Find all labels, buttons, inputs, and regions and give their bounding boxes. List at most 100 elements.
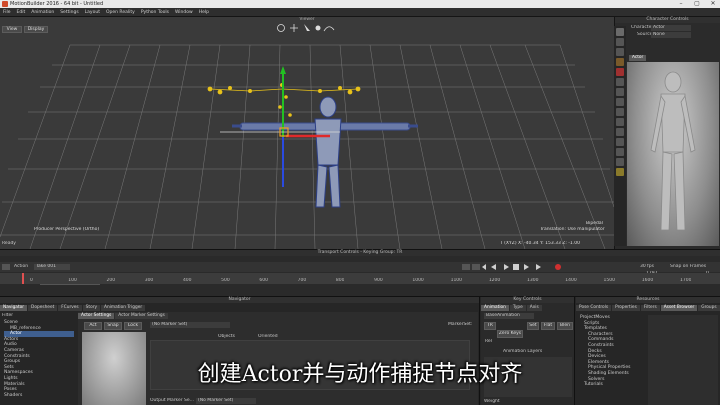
ruler-tick: 200 <box>106 278 116 283</box>
tab-navigator[interactable]: Navigator <box>0 305 28 311</box>
snap-button[interactable]: Snap <box>104 322 122 330</box>
maximize-button[interactable]: ▢ <box>690 0 704 8</box>
menu-settings[interactable]: Settings <box>57 8 81 17</box>
ruler-tick: 100 <box>68 278 77 283</box>
manipulator-label: Translation: Use manipulator <box>540 227 605 232</box>
rotation-icon[interactable] <box>616 148 624 156</box>
filter-label: Filter <box>2 313 14 318</box>
ruler-tick: 800 <box>335 278 345 283</box>
tab-groups[interactable]: Groups <box>698 305 720 311</box>
tab-asset-browser[interactable]: Asset Browser <box>660 305 698 311</box>
viewer[interactable]: Viewer View Display Producer Perspective… <box>0 17 614 249</box>
marker-set-dropdown[interactable]: (No Marker Set) <box>150 322 230 328</box>
menu-animation[interactable]: Animation <box>28 8 57 17</box>
close-button[interactable]: ✕ <box>706 0 720 8</box>
app-icon <box>2 1 8 7</box>
ruler-tick: 1700 <box>680 278 692 283</box>
pin-icon[interactable] <box>616 58 624 66</box>
playback-controls[interactable] <box>460 263 570 271</box>
key-controls-tabs: Animation Type Axis <box>481 304 574 311</box>
menu-help[interactable]: Help <box>196 8 212 17</box>
light-icon[interactable] <box>616 168 624 176</box>
filter-tr-button[interactable]: TR <box>484 322 496 330</box>
tab-axis[interactable]: Axis <box>526 305 542 311</box>
output-marker-dropdown[interactable]: (No Marker Set) <box>196 398 256 404</box>
tree-item-shaders[interactable]: Shaders <box>4 393 74 399</box>
character-controls-title: Character Controls <box>615 17 720 23</box>
coordinate-readout: T (XYZ) X: -40.34 Y: 153.33 Z: -1.00 <box>500 241 580 246</box>
mirror-icon[interactable] <box>616 118 624 126</box>
output-marker-label: Output Marker Se... <box>150 398 194 403</box>
navigator-title: Navigator <box>0 297 479 303</box>
snap-dropdown[interactable]: Snap on Frames <box>670 264 706 270</box>
ruler-tick: 700 <box>297 278 307 283</box>
translation-icon[interactable] <box>616 138 624 146</box>
record-icon <box>555 264 561 270</box>
character-tool-icon[interactable] <box>616 28 624 36</box>
weight-label: Weight <box>484 399 500 404</box>
release-icon[interactable] <box>616 128 624 136</box>
ruler-tick: 400 <box>182 278 192 283</box>
ruler-tick: 300 <box>144 278 154 283</box>
tab-properties[interactable]: Properties <box>612 305 640 311</box>
filter-set-button[interactable]: Set <box>527 322 539 330</box>
navigator-panel: Navigator Navigator Dopesheet FCurves Story… <box>0 297 480 405</box>
timeline-scrubber[interactable] <box>22 273 24 284</box>
tab-actor-marker-settings[interactable]: Actor Marker Settings <box>115 313 168 319</box>
key-icon[interactable] <box>616 78 624 86</box>
actor-preview-figure <box>650 71 696 231</box>
tab-animation[interactable]: Animation <box>481 305 509 311</box>
actor-preview[interactable] <box>627 62 719 246</box>
transform-manipulator[interactable] <box>210 62 340 192</box>
tab-filters[interactable]: Filters <box>640 305 660 311</box>
take-dropdown[interactable]: Take 001 <box>34 264 70 270</box>
menu-edit[interactable]: Edit <box>14 8 29 17</box>
title-bar: MotionBuilder 2016 - 64 bit - Untitled –… <box>0 0 720 8</box>
tab-type[interactable]: Type <box>509 305 526 311</box>
menu-file[interactable]: File <box>0 8 14 17</box>
full-body-icon[interactable] <box>616 88 624 96</box>
minimize-button[interactable]: – <box>674 0 688 8</box>
lock-button[interactable]: Lock <box>124 322 142 330</box>
resources-tabs: Pose Controls Properties Filters Asset Brow… <box>576 304 720 311</box>
hand-icon[interactable] <box>616 38 624 46</box>
ruler-tick: 1600 <box>641 278 654 283</box>
body-part-icon[interactable] <box>616 98 624 106</box>
camera-icon[interactable] <box>616 158 624 166</box>
pivot-icon[interactable] <box>616 108 624 116</box>
live-button[interactable] <box>2 264 10 270</box>
animation-layers-title: Animation Layers <box>503 349 543 354</box>
zero-keys-button[interactable]: Zero Keys <box>497 330 523 338</box>
ruler-tick: 1300 <box>527 278 539 283</box>
tab-story[interactable]: Story <box>82 305 101 311</box>
fps-dropdown[interactable]: 30 fps <box>640 264 654 270</box>
character-dropdown[interactable]: Actor <box>651 25 691 31</box>
ruler-tick: 1400 <box>565 278 577 283</box>
tab-fcurves[interactable]: FCurves <box>58 305 82 311</box>
timeline-ruler[interactable]: 0 100 200 300 400 500 600 700 800 900 1000 1100 1200… <box>0 273 720 284</box>
menu-bar: File Edit Animation Settings Layout Open Real… <box>0 8 720 17</box>
menu-open-reality[interactable]: Open Reality <box>103 8 138 17</box>
ruler-tick: 1200 <box>488 278 501 283</box>
filter-blen-button[interactable]: Blen <box>557 322 573 330</box>
tab-pose-controls[interactable]: Pose Controls <box>576 305 612 311</box>
menu-layout[interactable]: Layout <box>82 8 103 17</box>
filter-flat-button[interactable]: Flat <box>541 322 555 330</box>
base-animation-dropdown[interactable]: BaseAnimation <box>484 313 534 319</box>
tab-actor-settings[interactable]: Actor Settings <box>78 313 115 319</box>
reach-icon[interactable] <box>616 68 624 76</box>
character-tool-column <box>614 26 626 246</box>
select-icon[interactable] <box>616 48 624 56</box>
resources-title: Resources <box>576 297 720 303</box>
ruler-tick: 500 <box>221 278 230 283</box>
ruler-tick: 1000 <box>412 278 424 283</box>
act-button[interactable]: Act <box>84 322 102 330</box>
tab-dopesheet[interactable]: Dopesheet <box>28 305 58 311</box>
status-text: Ready <box>2 241 16 246</box>
bottom-panels: Navigator Navigator Dopesheet FCurves Story… <box>0 296 720 405</box>
tab-actor[interactable]: Actor <box>629 55 647 61</box>
menu-window[interactable]: Window <box>172 8 196 17</box>
menu-python-tools[interactable]: Python Tools <box>138 8 172 17</box>
source-dropdown[interactable]: None <box>651 32 691 38</box>
tab-animation-trigger[interactable]: Animation Trigger <box>101 305 146 311</box>
